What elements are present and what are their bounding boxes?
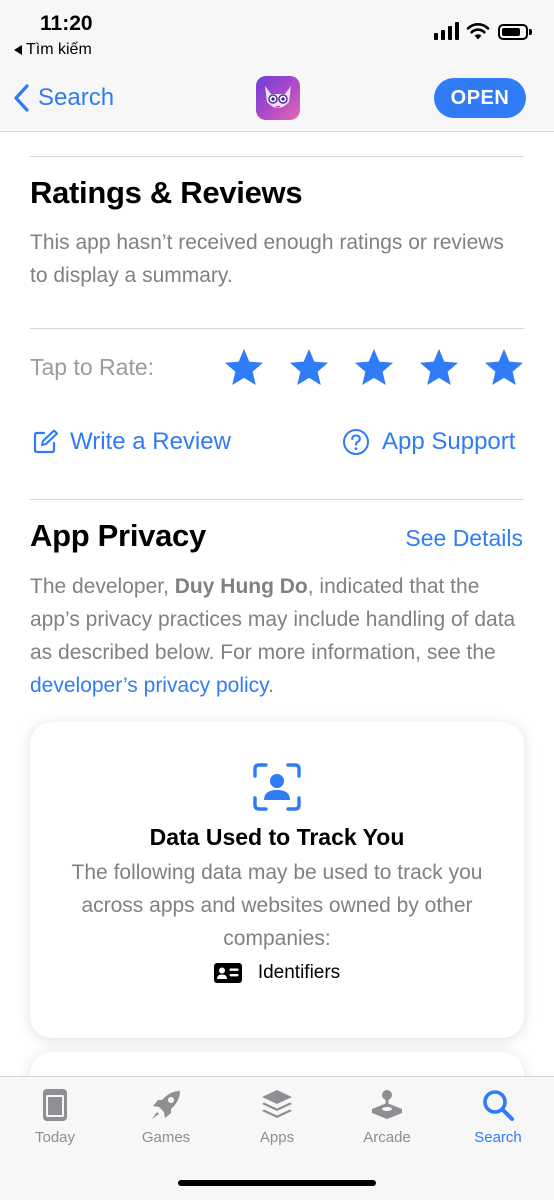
open-app-button[interactable]: OPEN — [434, 78, 526, 118]
next-privacy-card[interactable] — [30, 1052, 524, 1076]
tab-apps[interactable]: Apps — [232, 1087, 322, 1146]
ratings-message: This app hasn’t received enough ratings … — [30, 231, 504, 287]
tab-label: Arcade — [363, 1129, 411, 1146]
write-review-label: Write a Review — [70, 428, 231, 455]
privacy-text-prefix: The developer, — [30, 575, 175, 598]
tab-label: Games — [141, 1129, 191, 1146]
tab-label: Apps — [259, 1129, 295, 1146]
divider — [30, 328, 524, 329]
chevron-left-icon — [14, 84, 29, 112]
card-description: The following data may be used to track … — [71, 861, 483, 950]
identifiers-label: Identifiers — [257, 962, 341, 983]
privacy-policy-link[interactable]: developer’s privacy policy — [30, 674, 268, 697]
layers-icon — [262, 1090, 292, 1118]
card-title: Data Used to Track You — [149, 824, 405, 850]
tab-arcade[interactable]: Arcade — [342, 1087, 432, 1146]
ratings-title: Ratings & Reviews — [30, 175, 303, 210]
see-details-link[interactable]: See Details — [405, 525, 523, 552]
back-triangle-icon — [14, 45, 22, 55]
data-used-to-track-card[interactable]: Data Used to Track You The following dat… — [30, 722, 524, 1038]
developer-name: Duy Hung Do — [174, 575, 308, 598]
privacy-description: The developer, Duy Hung Do, indicated th… — [30, 570, 524, 702]
app-detail-content[interactable]: Ratings & Reviews This app hasn’t receiv… — [0, 132, 554, 1076]
app-support-label: App Support — [382, 428, 516, 455]
privacy-text-suffix: . — [268, 674, 274, 697]
nav-bar: Search OPEN — [0, 70, 554, 132]
tracking-person-icon — [253, 763, 301, 811]
id-card-icon — [213, 963, 242, 983]
star-rating-control[interactable] — [224, 348, 524, 386]
question-circle-icon — [343, 429, 369, 455]
rate-star-5-icon[interactable] — [484, 348, 524, 386]
tab-today[interactable]: Today — [10, 1087, 100, 1146]
tab-label: Today — [34, 1129, 76, 1146]
tab-label: Search — [474, 1129, 522, 1146]
rate-star-3-icon[interactable] — [354, 348, 394, 386]
rate-star-2-icon[interactable] — [289, 348, 329, 386]
joystick-icon — [372, 1090, 402, 1119]
back-label: Search — [38, 84, 115, 111]
tap-to-rate-label: Tap to Rate: — [30, 354, 155, 380]
tab-search[interactable]: Search — [453, 1087, 543, 1146]
divider — [30, 156, 524, 157]
back-app-label: Tìm kiếm — [26, 41, 92, 58]
tab-games[interactable]: Games — [121, 1087, 211, 1146]
home-indicator[interactable] — [178, 1180, 376, 1186]
privacy-title: App Privacy — [30, 518, 206, 553]
battery-icon — [498, 24, 532, 40]
status-bar: 11:20 Tìm kiếm — [0, 0, 554, 70]
wifi-icon — [466, 22, 490, 40]
compose-icon — [33, 429, 58, 454]
cellular-signal-icon — [434, 22, 459, 40]
app-icon — [256, 76, 300, 120]
search-icon — [483, 1090, 514, 1121]
today-icon — [43, 1089, 67, 1121]
rate-star-4-icon[interactable] — [419, 348, 459, 386]
write-review-button[interactable]: Write a Review — [32, 428, 231, 456]
status-time: 11:20 — [40, 12, 93, 35]
rocket-icon — [152, 1091, 180, 1119]
app-support-button[interactable]: App Support — [342, 428, 515, 456]
rate-star-1-icon[interactable] — [224, 348, 264, 386]
divider — [30, 499, 524, 500]
back-to-app-link[interactable]: Tìm kiếm — [14, 41, 92, 59]
identifiers-item: Identifiers — [30, 962, 524, 984]
back-to-search-button[interactable]: Search — [12, 80, 114, 116]
